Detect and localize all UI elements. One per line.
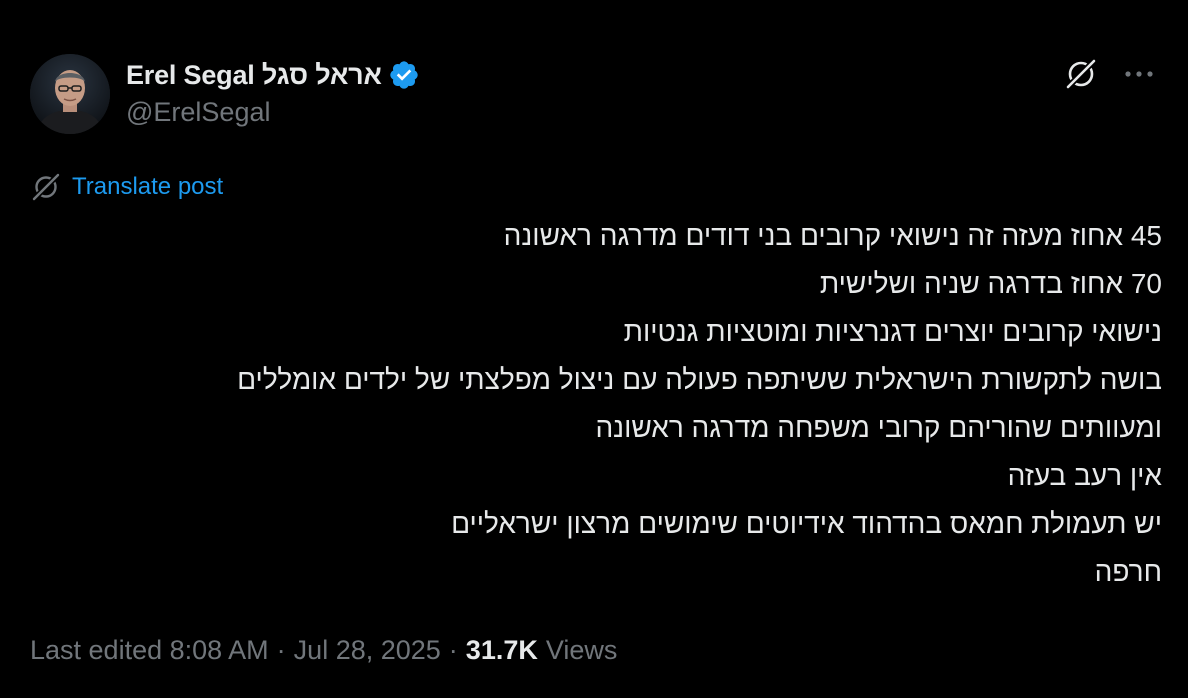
grok-icon: [1065, 58, 1097, 90]
grok-button[interactable]: [1062, 55, 1100, 93]
grok-icon: [32, 173, 60, 201]
views-count: 31.7K: [465, 634, 538, 665]
more-button[interactable]: [1120, 55, 1158, 93]
translate-post-link[interactable]: Translate post: [30, 170, 223, 204]
author-handle[interactable]: @ErelSegal: [126, 97, 270, 128]
more-horizontal-icon: [1125, 71, 1153, 77]
post-line: 45 אחוז מעזה זה נישואי קרובים בני דודים …: [503, 220, 1162, 251]
post-line: יש תעמולת חמאס בהדהוד אידיוטים שימושים מ…: [451, 508, 1162, 539]
post-line: ומעוותים שהוריהם קרובי משפחה מדרגה ראשונ…: [595, 412, 1162, 443]
post-date[interactable]: Jul 28, 2025: [294, 635, 441, 666]
views-label: Views: [545, 634, 618, 665]
post-actions: [1062, 55, 1158, 93]
post-text: 45 אחוז מעזה זה נישואי קרובים בני דודים …: [32, 212, 1162, 596]
post-line: נישואי קרובים יוצרים דגנרציות ומוטציות ג…: [623, 316, 1162, 347]
avatar[interactable]: [30, 54, 110, 134]
last-edited-time[interactable]: Last edited 8:08 AM: [30, 635, 269, 666]
post-line: בושה לתקשורת הישראלית ששיתפה פעולה עם ני…: [237, 364, 1162, 395]
author-name-row[interactable]: Erel Segal אראל סגל: [126, 56, 420, 94]
author-display-name[interactable]: Erel Segal אראל סגל: [126, 60, 382, 91]
meta-separator: ·: [448, 634, 458, 665]
post-meta: Last edited 8:08 AM · Jul 28, 2025 · 31.…: [30, 630, 617, 670]
translate-post-label[interactable]: Translate post: [72, 173, 223, 201]
meta-separator: ·: [276, 634, 286, 665]
post-line: אין רעב בעזה: [1007, 460, 1162, 491]
post-line: 70 אחוז בדרגה שניה ושלישית: [819, 268, 1162, 299]
profile-photo: [30, 54, 110, 134]
verified-badge-icon[interactable]: [388, 59, 420, 91]
post-line: חרפה: [1094, 556, 1162, 587]
